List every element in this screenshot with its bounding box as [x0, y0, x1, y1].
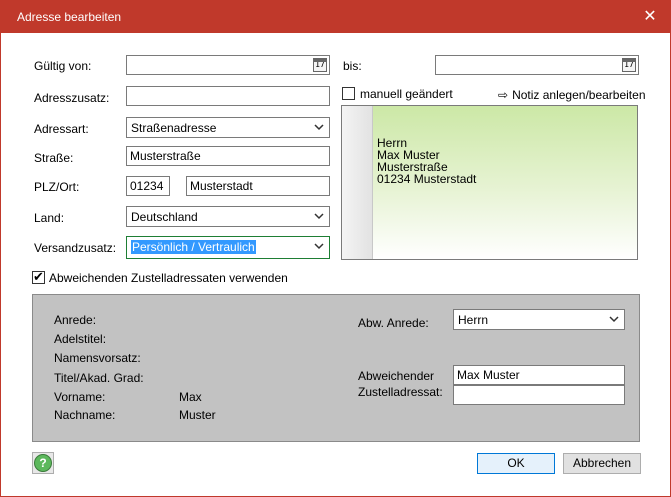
academic-title-label: Titel/Akad. Grad:: [54, 371, 144, 385]
noble-title-label: Adelstitel:: [54, 332, 107, 346]
ok-button[interactable]: OK: [477, 453, 555, 474]
firstname-label: Vorname:: [54, 390, 106, 404]
address-preview: Herrn Max Muster Musterstraße 01234 Must…: [341, 105, 638, 260]
valid-to-field[interactable]: 17: [435, 55, 639, 75]
preview-strip: [342, 106, 373, 259]
preview-line: 01234 Musterstadt: [377, 172, 477, 186]
valid-to-label: bis:: [343, 59, 362, 73]
alt-recipient-line2-field[interactable]: [453, 385, 625, 405]
window-title: Adresse bearbeiten: [17, 10, 122, 24]
checkmark-icon: ✔: [33, 269, 44, 284]
name-prefix-label: Namensvorsatz:: [54, 351, 141, 365]
salutation-label: Anrede:: [54, 313, 97, 327]
arrow-right-icon: ⇨: [498, 88, 509, 102]
help-icon: ?: [34, 454, 52, 472]
street-label: Straße:: [34, 151, 74, 165]
calendar-icon[interactable]: 17: [622, 58, 636, 72]
title-bar: Adresse bearbeiten ✕: [1, 1, 670, 33]
close-icon: ✕: [643, 8, 657, 25]
alt-recipient-label-2: Zustelladressat:: [358, 385, 443, 399]
alt-recipient-line1-field[interactable]: Max Muster: [453, 365, 625, 385]
country-label: Land:: [34, 211, 65, 225]
alt-recipient-panel: Anrede: Adelstitel: Namensvorsatz: Titel…: [32, 294, 640, 442]
cancel-button[interactable]: Abbrechen: [563, 453, 641, 474]
manually-changed-checkbox[interactable]: [342, 87, 355, 100]
note-link[interactable]: ⇨ Notiz anlegen/bearbeiten: [498, 88, 646, 102]
street-field[interactable]: Musterstraße: [126, 146, 330, 166]
alt-recipient-label-1: Abweichender: [358, 369, 435, 383]
lastname-value: Muster: [179, 408, 216, 422]
lastname-label: Nachname:: [54, 408, 116, 422]
preview-lines: Herrn Max Muster Musterstraße 01234 Must…: [377, 137, 476, 185]
zip-city-label: PLZ/Ort:: [34, 180, 80, 194]
valid-from-field[interactable]: 17: [126, 55, 330, 75]
shipping-select[interactable]: Persönlich / Vertraulich: [126, 236, 330, 259]
shipping-label: Versandzusatz:: [34, 241, 117, 255]
alt-salutation-label: Abw. Anrede:: [358, 316, 429, 330]
shipping-selected-value: Persönlich / Vertraulich: [131, 240, 256, 254]
use-alt-recipient-checkbox[interactable]: ✔: [32, 269, 45, 284]
calendar-icon[interactable]: 17: [313, 58, 327, 72]
chevron-down-icon: [609, 316, 619, 323]
close-button[interactable]: ✕: [630, 1, 670, 33]
help-button[interactable]: ?: [32, 452, 54, 474]
address-suffix-label: Adresszusatz:: [34, 91, 110, 105]
firstname-value: Max: [179, 390, 202, 404]
city-field[interactable]: Musterstadt: [186, 176, 330, 196]
note-link-label: Notiz anlegen/bearbeiten: [512, 88, 646, 102]
manually-changed-label: manuell geändert: [360, 87, 453, 101]
chevron-down-icon: [314, 243, 324, 250]
zip-field[interactable]: 01234: [126, 176, 170, 196]
chevron-down-icon: [314, 213, 324, 220]
address-type-select[interactable]: Straßenadresse: [126, 117, 330, 138]
chevron-down-icon: [314, 124, 324, 131]
use-alt-recipient-label: Abweichenden Zustelladressaten verwenden: [49, 271, 288, 285]
address-suffix-field[interactable]: [126, 86, 330, 106]
alt-salutation-select[interactable]: Herrn: [453, 309, 625, 330]
country-select[interactable]: Deutschland: [126, 206, 330, 227]
valid-from-label: Gültig von:: [34, 59, 92, 73]
address-type-label: Adressart:: [34, 122, 89, 136]
address-dialog: Adresse bearbeiten ✕ Gültig von: 17 bis:…: [0, 0, 671, 497]
